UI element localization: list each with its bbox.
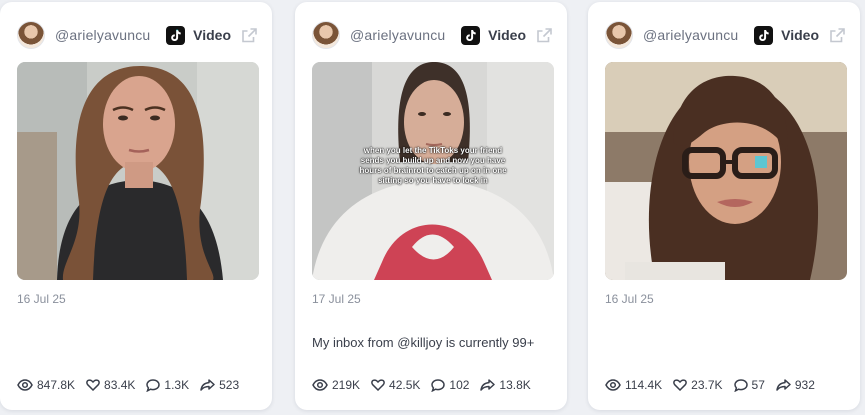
platform-label: Video	[488, 27, 526, 43]
avatar[interactable]	[605, 21, 633, 49]
views-count: 847.8K	[37, 378, 76, 392]
post-caption: My inbox from @killjoy is currently 99+	[312, 335, 535, 350]
shares-count: 932	[794, 378, 815, 392]
external-link-icon[interactable]	[535, 26, 553, 44]
tiktok-icon	[166, 25, 186, 45]
tiktok-icon	[754, 25, 774, 45]
likes-stat: 83.4K	[86, 378, 135, 392]
comment-icon	[733, 378, 748, 392]
shares-stat: 523	[200, 378, 239, 392]
likes-stat: 42.5K	[371, 378, 420, 392]
comment-icon	[431, 378, 446, 392]
comments-count: 1.3K	[164, 378, 190, 392]
views-stat: 114.4K	[605, 378, 662, 392]
views-count: 114.4K	[625, 378, 663, 392]
platform-label: Video	[193, 27, 231, 43]
avatar[interactable]	[17, 21, 45, 49]
comment-icon	[146, 378, 161, 392]
heart-icon	[86, 379, 100, 391]
video-thumbnail[interactable]	[17, 62, 259, 280]
shares-stat: 932	[776, 378, 815, 392]
post-date: 16 Jul 25	[17, 292, 66, 306]
views-stat: 847.8K	[17, 378, 75, 392]
shares-count: 523	[219, 378, 240, 392]
comments-count: 102	[449, 378, 470, 392]
video-card-1[interactable]: @arielyavuncu Video 16 Jul 25 847.8K 83.…	[0, 2, 272, 410]
comments-count: 57	[751, 378, 765, 392]
engagement-stats: 219K 42.5K 102 13.8K	[312, 378, 557, 392]
heart-icon	[371, 379, 385, 391]
video-card-3[interactable]: @arielyavuncu Video 16 Jul 25 114.4K 23.…	[588, 2, 860, 410]
video-card-2[interactable]: @arielyavuncu Video when you let the Tik…	[295, 2, 567, 410]
share-icon	[200, 379, 215, 391]
tiktok-icon	[461, 25, 481, 45]
post-date: 17 Jul 25	[312, 292, 361, 306]
likes-stat: 23.7K	[673, 378, 723, 392]
comments-stat: 102	[431, 378, 469, 392]
comments-stat: 57	[733, 378, 765, 392]
views-count: 219K	[332, 378, 361, 392]
eye-icon	[605, 379, 621, 391]
card-header: @arielyavuncu Video	[605, 20, 846, 50]
external-link-icon[interactable]	[240, 26, 258, 44]
video-thumbnail[interactable]	[605, 62, 847, 280]
external-link-icon[interactable]	[828, 26, 846, 44]
eye-icon	[17, 379, 33, 391]
creator-handle[interactable]: @arielyavuncu	[350, 27, 445, 43]
card-header: @arielyavuncu Video	[312, 20, 553, 50]
card-header: @arielyavuncu Video	[17, 20, 258, 50]
platform-label: Video	[781, 27, 819, 43]
video-thumbnail[interactable]: when you let the TikToks your friend sen…	[312, 62, 554, 280]
share-icon	[776, 379, 791, 391]
likes-count: 23.7K	[691, 378, 723, 392]
eye-icon	[312, 379, 328, 391]
creator-handle[interactable]: @arielyavuncu	[643, 27, 738, 43]
post-date: 16 Jul 25	[605, 292, 654, 306]
shares-stat: 13.8K	[480, 378, 531, 392]
platform-badge: Video	[754, 25, 846, 45]
comments-stat: 1.3K	[146, 378, 189, 392]
likes-count: 42.5K	[389, 378, 421, 392]
likes-count: 83.4K	[104, 378, 136, 392]
heart-icon	[673, 379, 688, 391]
platform-badge: Video	[461, 25, 553, 45]
share-icon	[480, 379, 496, 391]
engagement-stats: 847.8K 83.4K 1.3K 523	[17, 378, 262, 392]
video-overlay-text: when you let the TikToks your friend sen…	[359, 146, 507, 185]
engagement-stats: 114.4K 23.7K 57 932	[605, 378, 850, 392]
creator-handle[interactable]: @arielyavuncu	[55, 27, 150, 43]
shares-count: 13.8K	[499, 378, 531, 392]
platform-badge: Video	[166, 25, 258, 45]
avatar[interactable]	[312, 21, 340, 49]
views-stat: 219K	[312, 378, 360, 392]
